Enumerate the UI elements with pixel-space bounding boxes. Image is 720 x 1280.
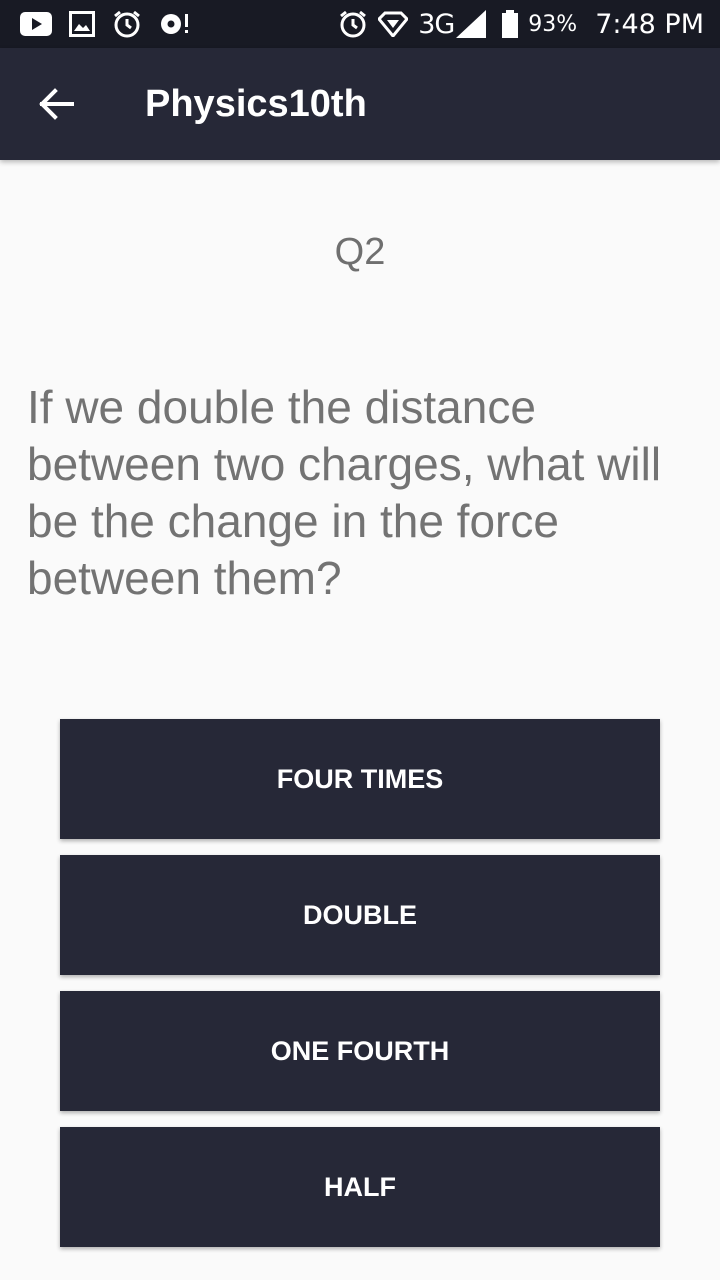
answer-button-double[interactable]: DOUBLE: [60, 855, 660, 975]
battery-icon: [502, 10, 519, 38]
answer-button-one-fourth[interactable]: ONE FOURTH: [60, 991, 660, 1111]
notification-icons: [20, 10, 208, 38]
alarm-icon: [112, 9, 142, 39]
battery-percentage: 93%: [528, 11, 578, 37]
image-icon: [69, 11, 95, 37]
alarm-icon: [338, 9, 368, 39]
app-toolbar: Physics10th: [0, 48, 720, 160]
question-text: If we double the distance between two ch…: [27, 381, 662, 604]
arrow-back-icon: [38, 88, 74, 120]
page-title: Physics10th: [145, 83, 367, 125]
network-type-label: 3G: [418, 8, 455, 40]
status-clock: 7:48 PM: [595, 8, 704, 40]
youtube-icon: [20, 12, 52, 36]
question-number: Q2: [334, 231, 386, 273]
status-bar: 3G 93% 7:48 PM: [0, 0, 720, 48]
wifi-icon: [378, 11, 409, 37]
signal-icon: [456, 10, 487, 38]
sync-alert-icon: [159, 11, 191, 37]
back-button[interactable]: [28, 76, 84, 132]
answer-options: FOUR TIMES DOUBLE ONE FOURTH HALF: [60, 719, 660, 1263]
system-status-icons: 3G 93% 7:48 PM: [328, 8, 704, 40]
answer-button-half[interactable]: HALF: [60, 1127, 660, 1247]
answer-button-four-times[interactable]: FOUR TIMES: [60, 719, 660, 839]
